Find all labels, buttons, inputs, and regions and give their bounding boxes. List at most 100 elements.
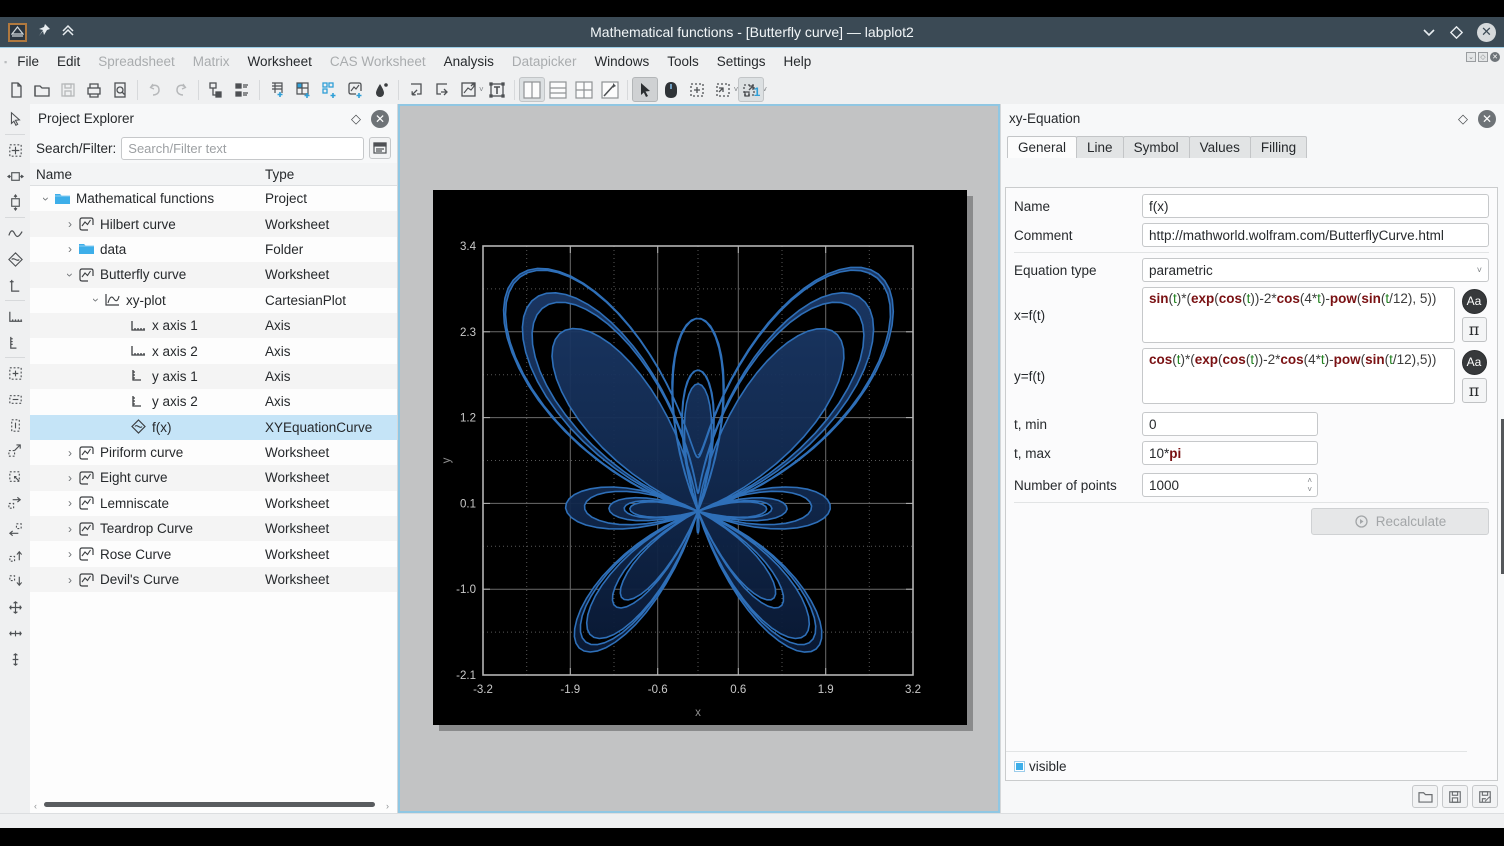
tmin-field[interactable]: 0 [1142, 412, 1318, 436]
expander-icon[interactable] [114, 319, 130, 333]
functions-pi-icon[interactable]: π [1462, 378, 1487, 403]
tab-general[interactable]: General [1007, 136, 1077, 158]
shade-icon[interactable] [1422, 28, 1436, 37]
visible-checkbox-row[interactable]: visible [1014, 759, 1067, 774]
expander-icon[interactable] [114, 395, 130, 409]
toggle-properties-explorer-button[interactable] [229, 77, 255, 102]
subwindow-close-icon[interactable]: ✕ [1490, 52, 1500, 62]
vertical-layout-button[interactable] [519, 77, 545, 102]
auto-scale-y-icon[interactable] [3, 646, 27, 672]
table-row[interactable]: Devil's Curve Worksheet [30, 567, 397, 592]
comment-field[interactable]: http://mathworld.wolfram.com/ButterflyCu… [1142, 223, 1489, 247]
zoom-x-select-mode-button[interactable] [710, 77, 736, 102]
new-project-button[interactable] [3, 77, 29, 102]
expander-icon[interactable] [114, 420, 130, 434]
column-header-name[interactable]: Name [30, 167, 265, 182]
maximize-icon[interactable] [1450, 26, 1463, 39]
select-mode-icon[interactable] [3, 106, 27, 132]
menu-windows[interactable]: Windows [585, 50, 658, 73]
expander-icon[interactable] [88, 293, 104, 307]
print-button[interactable] [81, 77, 107, 102]
tab-line[interactable]: Line [1076, 136, 1124, 158]
table-row[interactable]: Hilbert curve Worksheet [30, 211, 397, 236]
dock-float-icon[interactable]: ◇ [1458, 111, 1468, 127]
shift-up-icon[interactable] [3, 542, 27, 568]
tab-symbol[interactable]: Symbol [1123, 136, 1190, 158]
new-worksheet-button[interactable] [342, 77, 368, 102]
horizontal-layout-button[interactable] [545, 77, 571, 102]
table-row[interactable]: Piriform curve Worksheet [30, 440, 397, 465]
break-layout-button[interactable] [597, 77, 623, 102]
table-row[interactable]: Butterfly curve Worksheet [30, 262, 397, 287]
tab-values[interactable]: Values [1189, 136, 1251, 158]
cartesian-plot[interactable]: -3.2-1.9-0.60.61.93.23.42.31.20.1-1.0-2.… [433, 190, 967, 725]
equation-type-select[interactable]: parametric˅ [1142, 258, 1489, 282]
expander-icon[interactable] [114, 369, 130, 383]
dock-float-icon[interactable]: ◇ [351, 111, 361, 127]
collapse-toolbar-icon[interactable] [61, 23, 75, 42]
table-row[interactable]: Mathematical functions Project [30, 186, 397, 211]
resize-vertical-icon[interactable] [3, 189, 27, 215]
new-legend-icon[interactable] [3, 272, 27, 298]
hscroll-left-icon[interactable]: ‹ [34, 801, 37, 811]
column-header-type[interactable]: Type [265, 167, 294, 182]
expander-icon[interactable] [62, 522, 78, 536]
import-data-button[interactable] [403, 77, 429, 102]
shift-right-icon[interactable] [3, 490, 27, 516]
tab-filling[interactable]: Filling [1250, 136, 1307, 158]
new-plot-button[interactable] [455, 77, 481, 102]
new-spreadsheet-button[interactable] [264, 77, 290, 102]
expander-icon[interactable] [62, 446, 78, 460]
zoom-select-mode-button[interactable] [684, 77, 710, 102]
navigate-mode-button[interactable] [658, 77, 684, 102]
expander-icon[interactable] [62, 217, 78, 231]
zoom-in-icon[interactable] [3, 438, 27, 464]
auto-scale-icon[interactable] [3, 594, 27, 620]
points-spinbox[interactable]: 1000˄˅ [1142, 473, 1318, 497]
hscroll-right-icon[interactable]: › [386, 801, 389, 811]
new-matrix-button[interactable] [290, 77, 316, 102]
dock-close-icon[interactable]: ✕ [371, 110, 389, 128]
constants-icon[interactable]: Aa [1462, 289, 1487, 314]
new-datapicker-button[interactable] [368, 77, 394, 102]
table-row[interactable]: x axis 2 Axis [30, 338, 397, 363]
worksheet-page[interactable]: -3.2-1.9-0.60.61.93.23.42.31.20.1-1.0-2.… [433, 190, 967, 725]
expander-icon[interactable] [114, 344, 130, 358]
menu-help[interactable]: Help [775, 50, 821, 73]
menu-worksheet[interactable]: Worksheet [239, 50, 321, 73]
zoom-region-icon[interactable] [3, 360, 27, 386]
menu-file[interactable]: File [8, 50, 48, 73]
new-x-axis-icon[interactable] [3, 303, 27, 329]
table-row[interactable]: Lemniscate Worksheet [30, 491, 397, 516]
new-xy-curve-icon[interactable] [3, 220, 27, 246]
menu-edit[interactable]: Edit [48, 50, 89, 73]
table-row[interactable]: Eight curve Worksheet [30, 465, 397, 490]
open-project-button[interactable] [29, 77, 55, 102]
x-equation-field[interactable]: sin(t)*(exp(cos(t))-2*cos(4*t)-pow(sin(t… [1142, 287, 1455, 343]
auto-scale-x-icon[interactable] [3, 620, 27, 646]
menu-settings[interactable]: Settings [708, 50, 775, 73]
functions-pi-icon[interactable]: π [1462, 317, 1487, 342]
save-default-icon[interactable] [1472, 785, 1498, 808]
new-xy-equation-curve-icon[interactable] [3, 246, 27, 272]
name-field[interactable]: f(x) [1142, 194, 1489, 218]
new-workbook-button[interactable] [316, 77, 342, 102]
zoom-x-region-icon[interactable] [3, 386, 27, 412]
table-row[interactable]: Rose Curve Worksheet [30, 541, 397, 566]
filter-options-icon[interactable] [369, 137, 391, 159]
expander-icon[interactable] [62, 573, 78, 587]
load-template-icon[interactable] [1412, 785, 1438, 808]
expander-icon[interactable] [62, 496, 78, 510]
print-preview-button[interactable] [107, 77, 133, 102]
search-filter-input[interactable] [121, 137, 364, 160]
horizontal-scrollbar[interactable] [44, 802, 375, 807]
new-y-axis-icon[interactable] [3, 329, 27, 355]
zoom-out-icon[interactable] [3, 464, 27, 490]
grid-layout-button[interactable] [571, 77, 597, 102]
shift-down-icon[interactable] [3, 568, 27, 594]
constants-icon[interactable]: Aa [1462, 350, 1487, 375]
table-row[interactable]: y axis 1 Axis [30, 364, 397, 389]
zoom-y-region-icon[interactable] [3, 412, 27, 438]
table-row[interactable]: x axis 1 Axis [30, 313, 397, 338]
visible-checkbox[interactable] [1014, 761, 1025, 772]
